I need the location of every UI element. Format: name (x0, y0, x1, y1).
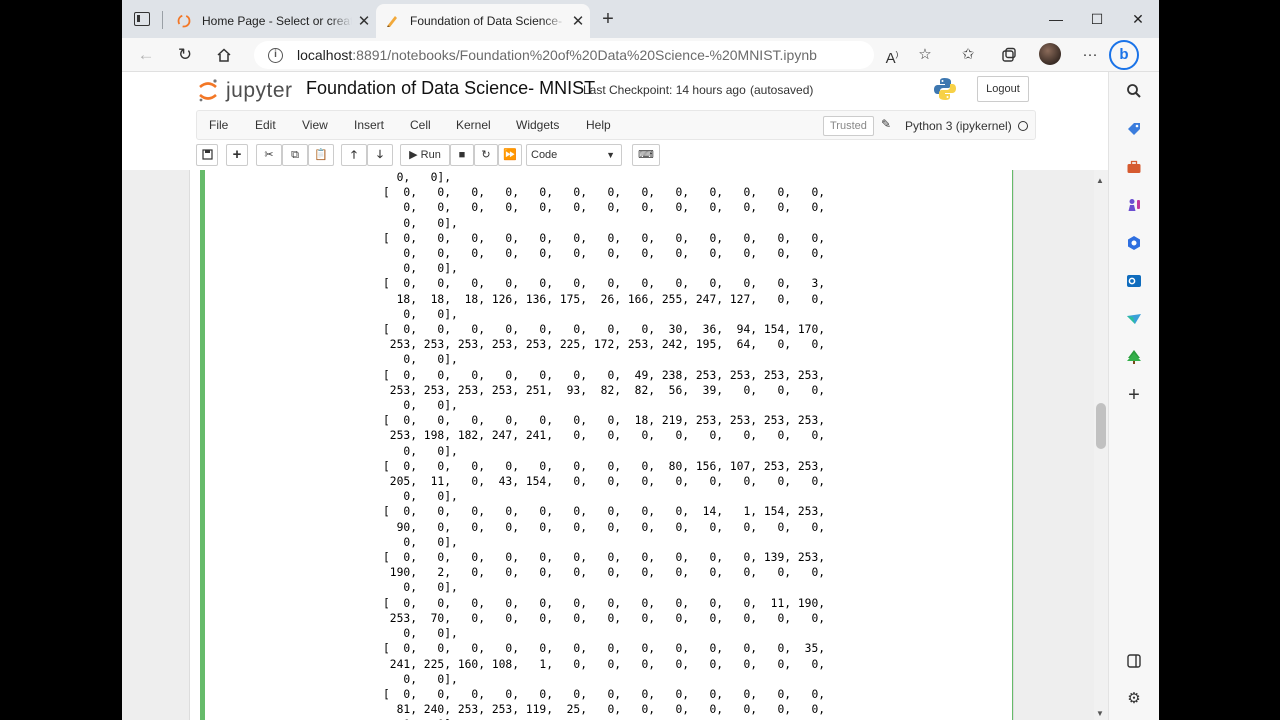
run-icon: ▶ (409, 149, 418, 161)
jupyter-favicon-icon (176, 13, 192, 29)
notebook-title[interactable]: Foundation of Data Science- MNIST (306, 78, 595, 99)
outlook-icon[interactable] (1123, 270, 1145, 292)
settings-gear-icon[interactable]: ⚙ (1123, 688, 1145, 710)
restart-run-all-icon[interactable]: ⏩ (498, 144, 522, 166)
scroll-down-icon[interactable]: ▼ (1096, 709, 1104, 718)
menu-widgets[interactable]: Widgets (516, 118, 559, 132)
tab-title: Foundation of Data Science- MNIST (410, 14, 566, 28)
keyboard-icon[interactable]: ⌨ (632, 144, 660, 166)
cell-output: 0, 0], [ 0, 0, 0, 0, 0, 0, 0, 0, 0, 0, 0… (383, 171, 826, 720)
jupyter-page: jupyter Foundation of Data Science- MNIS… (122, 72, 1108, 720)
menu-help[interactable]: Help (586, 118, 611, 132)
menu-cell[interactable]: Cell (410, 118, 431, 132)
chevron-down-icon: ▼ (606, 150, 615, 160)
read-aloud-icon[interactable]: A) (881, 44, 903, 67)
cell-type-select[interactable]: Code ▼ (526, 144, 622, 166)
copy-icon[interactable]: ⧉ (282, 144, 308, 166)
edge-sidebar: + ⚙ (1108, 72, 1159, 720)
notebook-toolbar: + ✂ ⧉ 📋 🡑 🡓 ▶ Run ■ ↻ ⏩ Code ▼ ⌨ (196, 144, 1036, 168)
scrollbar-thumb[interactable] (1096, 403, 1106, 449)
run-label: Run (420, 149, 441, 161)
jupyter-logo-icon (198, 78, 218, 104)
scroll-up-icon[interactable]: ▲ (1096, 176, 1104, 185)
collections-icon[interactable] (998, 44, 1020, 66)
tab-close-icon[interactable]: ✕ (566, 12, 590, 30)
jupyter-logo[interactable]: jupyter (198, 76, 293, 106)
autosave-status: (autosaved) (750, 83, 814, 97)
logout-button[interactable]: Logout (977, 76, 1029, 102)
tab-notebook[interactable]: Foundation of Data Science- MNIST ✕ (376, 4, 590, 38)
bing-chat-icon[interactable]: b (1109, 40, 1139, 70)
add-favorite-icon[interactable]: ☆ (914, 44, 936, 66)
python-logo-icon (932, 76, 958, 102)
games-icon[interactable] (1123, 194, 1145, 216)
interrupt-icon[interactable]: ■ (450, 144, 474, 166)
trusted-badge[interactable]: Trusted (823, 116, 874, 136)
sidebar-toggle-icon[interactable] (1123, 650, 1145, 672)
jupyter-logo-text: jupyter (226, 79, 293, 102)
run-button[interactable]: ▶ Run (400, 144, 450, 166)
notebook-favicon-icon (384, 13, 400, 29)
menu-view[interactable]: View (302, 118, 328, 132)
notebook-container: 0, 0], [ 0, 0, 0, 0, 0, 0, 0, 0, 0, 0, 0… (189, 170, 1014, 720)
add-icon[interactable]: + (1123, 384, 1145, 406)
browser-window: Home Page - Select or create a notebook … (122, 0, 1159, 720)
move-down-icon[interactable]: 🡓 (367, 144, 393, 166)
menu-edit[interactable]: Edit (255, 118, 276, 132)
close-window-button[interactable]: ✕ (1127, 8, 1149, 30)
checkpoint-status: Last Checkpoint: 14 hours ago (583, 83, 746, 97)
tools-briefcase-icon[interactable] (1123, 156, 1145, 178)
paste-icon[interactable]: 📋 (308, 144, 334, 166)
menu-file[interactable]: File (209, 118, 228, 132)
shopping-tag-icon[interactable] (1123, 118, 1145, 140)
back-arrow-icon[interactable]: ← (134, 43, 158, 67)
tab-home-page[interactable]: Home Page - Select or create a notebook … (168, 4, 376, 38)
address-bar-row: ← ↻ i localhost:8891/notebooks/Foundatio… (122, 38, 1159, 72)
url-host: localhost (297, 47, 353, 63)
jupyter-header: jupyter Foundation of Data Science- MNIS… (122, 72, 1108, 170)
pencil-icon[interactable]: ✎ (881, 117, 891, 131)
site-info-icon[interactable]: i (268, 47, 283, 63)
tab-actions-icon[interactable] (134, 12, 150, 26)
search-icon[interactable] (1123, 80, 1145, 102)
menu-kernel[interactable]: Kernel (456, 118, 491, 132)
cell-type-value: Code (531, 149, 558, 161)
home-icon[interactable] (212, 43, 236, 67)
kernel-name[interactable]: Python 3 (ipykernel) (905, 119, 1012, 133)
refresh-icon[interactable]: ↻ (173, 43, 197, 67)
menu-insert[interactable]: Insert (354, 118, 384, 132)
tab-title: Home Page - Select or create a notebook (202, 14, 352, 28)
more-icon[interactable]: ··· (1079, 44, 1101, 66)
drop-icon[interactable] (1123, 308, 1145, 330)
favorites-icon[interactable]: ✩ (957, 44, 979, 66)
move-up-icon[interactable]: 🡑 (341, 144, 367, 166)
menu-bar: File Edit View Insert Cell Kernel Widget… (196, 110, 1036, 140)
tree-icon[interactable] (1123, 346, 1145, 368)
cut-icon[interactable]: ✂ (256, 144, 282, 166)
page-scrollbar[interactable]: ▲ ▼ (1094, 170, 1108, 720)
tab-separator (162, 11, 163, 29)
profile-avatar[interactable] (1039, 43, 1061, 65)
kernel-idle-icon (1018, 121, 1028, 131)
restart-icon[interactable]: ↻ (474, 144, 498, 166)
url-field[interactable]: i localhost:8891/notebooks/Foundation%20… (254, 41, 874, 69)
add-cell-icon[interactable]: + (226, 144, 248, 166)
save-icon[interactable] (196, 144, 218, 166)
tab-close-icon[interactable]: ✕ (352, 12, 376, 30)
new-tab-button[interactable]: + (598, 9, 618, 30)
url-path: :8891/notebooks/Foundation%20of%20Data%2… (352, 47, 817, 63)
tab-strip: Home Page - Select or create a notebook … (122, 0, 1159, 38)
minimize-button[interactable]: — (1045, 8, 1067, 30)
office-icon[interactable] (1123, 232, 1145, 254)
maximize-button[interactable]: ☐ (1086, 8, 1108, 30)
code-cell-selected[interactable]: 0, 0], [ 0, 0, 0, 0, 0, 0, 0, 0, 0, 0, 0… (200, 170, 1013, 720)
